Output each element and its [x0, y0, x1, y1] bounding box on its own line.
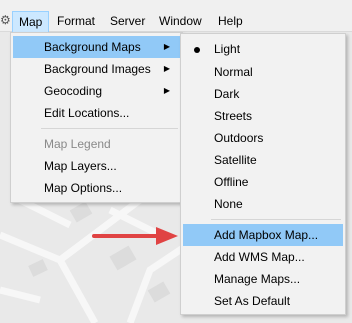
map-style-none[interactable]: None: [183, 193, 343, 215]
menu-item-label: Light: [214, 42, 241, 56]
map-style-offline[interactable]: Offline: [183, 171, 343, 193]
submenu-arrow-icon: ▶: [163, 42, 170, 51]
menu-separator: [211, 219, 341, 220]
menu-server[interactable]: Server: [104, 10, 151, 33]
menu-item-map-options[interactable]: Map Options...: [13, 177, 180, 199]
map-style-satellite[interactable]: Satellite: [183, 149, 343, 171]
menu-item-map-legend: Map Legend: [44, 137, 111, 151]
add-wms-map-item[interactable]: Add WMS Map...: [183, 246, 343, 268]
background-maps-submenu: Light Normal Dark Streets Outdoors Satel…: [180, 33, 346, 315]
menu-item-geocoding[interactable]: Geocoding ▶: [13, 80, 180, 102]
menu-format[interactable]: Format: [51, 10, 101, 33]
add-mapbox-map-item[interactable]: Add Mapbox Map...: [183, 224, 343, 246]
menu-item-label: Geocoding: [44, 84, 103, 98]
menu-separator: [41, 128, 178, 129]
map-style-light[interactable]: Light: [183, 38, 343, 60]
menu-bar: ⚙ Map Format Server Window Help: [0, 0, 352, 34]
set-as-default-item[interactable]: Set As Default: [183, 290, 343, 312]
map-menu: Background Maps ▶ Background Images ▶ Ge…: [10, 32, 183, 203]
menu-item-edit-locations[interactable]: Edit Locations...: [13, 102, 180, 124]
manage-maps-item[interactable]: Manage Maps...: [183, 268, 343, 290]
menu-item-map-layers[interactable]: Map Layers...: [13, 155, 180, 177]
menu-item-label: Background Images: [44, 62, 151, 76]
menu-item-background-maps[interactable]: Background Maps ▶: [13, 36, 180, 58]
submenu-arrow-icon: ▶: [163, 86, 170, 95]
map-style-streets[interactable]: Streets: [183, 105, 343, 127]
app-icon: ⚙: [0, 13, 10, 27]
menu-item-background-images[interactable]: Background Images ▶: [13, 58, 180, 80]
selected-bullet-icon: [194, 47, 200, 53]
menu-help[interactable]: Help: [212, 10, 249, 33]
menu-item-label: Background Maps: [44, 40, 141, 54]
submenu-arrow-icon: ▶: [163, 64, 170, 73]
map-style-normal[interactable]: Normal: [183, 61, 343, 83]
map-style-dark[interactable]: Dark: [183, 83, 343, 105]
map-style-outdoors[interactable]: Outdoors: [183, 127, 343, 149]
red-arrow-icon: [92, 227, 178, 245]
menu-window[interactable]: Window: [153, 10, 208, 33]
menu-map[interactable]: Map: [12, 11, 50, 34]
